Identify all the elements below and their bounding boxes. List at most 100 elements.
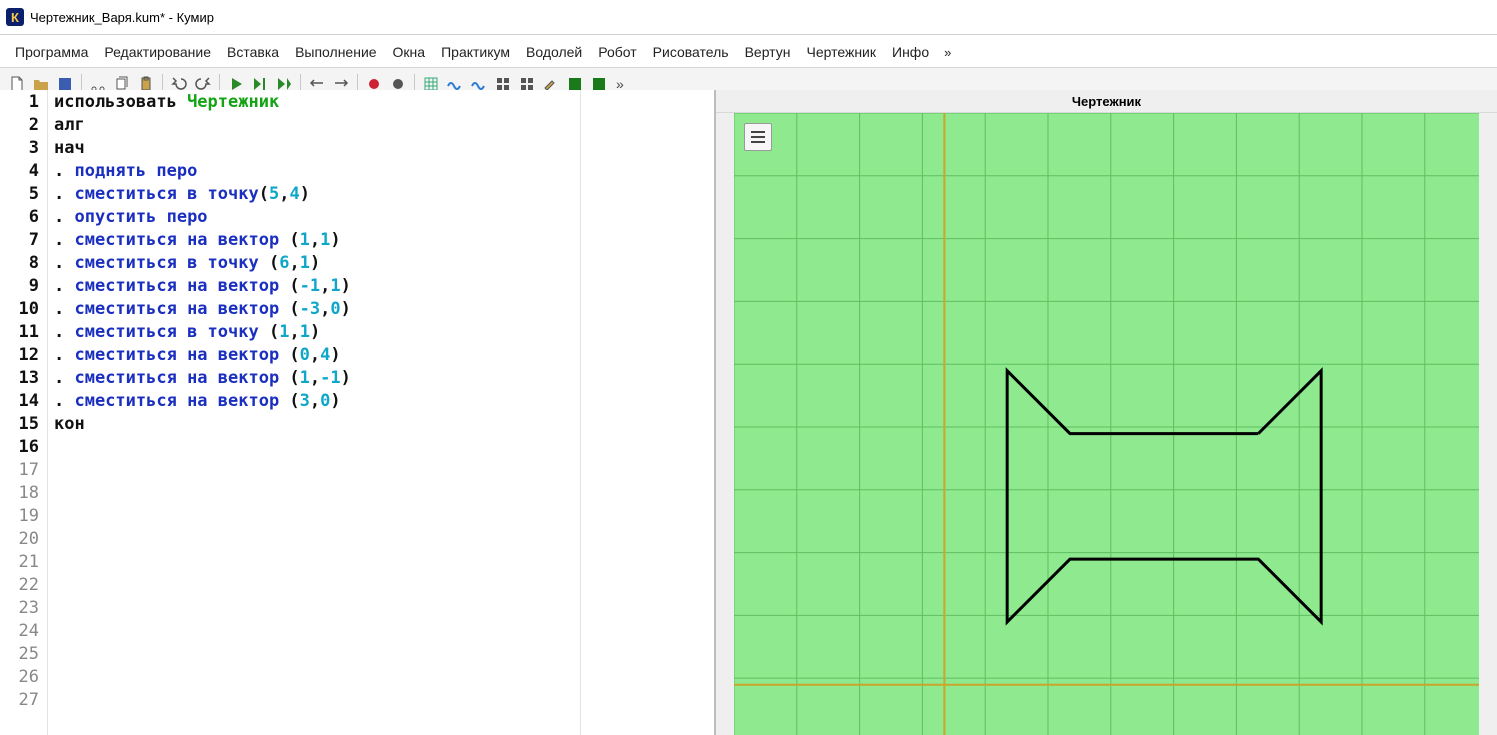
code-line: . сместиться в точку(5,4) <box>54 183 574 206</box>
token-dot: . <box>54 184 74 204</box>
token-num: 1 <box>330 276 340 296</box>
token-kw: нач <box>54 138 85 158</box>
token-actor: Чертежник <box>187 92 279 112</box>
token-pun: ( <box>289 276 299 296</box>
token-cmd: сместиться в точку <box>74 253 268 273</box>
line-number: 22 <box>0 574 39 597</box>
code-line: . сместиться на вектор (1,1) <box>54 229 574 252</box>
token-pun: , <box>310 391 320 411</box>
token-pun: ( <box>269 253 279 273</box>
line-number: 19 <box>0 505 39 528</box>
token-num: 1 <box>279 322 289 342</box>
menu-item-2[interactable]: Вставка <box>220 42 286 62</box>
token-pun: , <box>320 299 330 319</box>
menu-item-0[interactable]: Программа <box>8 42 95 62</box>
token-num: 0 <box>300 345 310 365</box>
line-number: 21 <box>0 551 39 574</box>
hamburger-line-icon <box>751 131 765 133</box>
token-num: 6 <box>279 253 289 273</box>
token-cmd: поднять перо <box>74 161 197 181</box>
token-dot: . <box>54 391 74 411</box>
code-line <box>54 436 574 459</box>
token-pun: ) <box>330 345 340 365</box>
token-pun: , <box>289 322 299 342</box>
menu-item-7[interactable]: Робот <box>591 42 643 62</box>
token-pun: ) <box>341 368 351 388</box>
app-icon: К <box>6 8 24 26</box>
editor-pane: 1234567891011121314151617181920212223242… <box>0 90 716 735</box>
line-number: 17 <box>0 459 39 482</box>
line-number: 18 <box>0 482 39 505</box>
token-pun: ( <box>289 230 299 250</box>
line-number: 3 <box>0 137 39 160</box>
line-number: 27 <box>0 689 39 712</box>
code-line: использовать Чертежник <box>54 91 574 114</box>
token-pun: ( <box>289 391 299 411</box>
menu-item-9[interactable]: Вертун <box>738 42 798 62</box>
token-pun: ( <box>259 184 269 204</box>
code-line: нач <box>54 137 574 160</box>
line-number: 10 <box>0 298 39 321</box>
menu-item-11[interactable]: Инфо <box>885 42 936 62</box>
line-number: 26 <box>0 666 39 689</box>
token-pun: ( <box>289 368 299 388</box>
token-pun: ) <box>341 299 351 319</box>
token-num: 4 <box>289 184 299 204</box>
line-number: 7 <box>0 229 39 252</box>
token-pun: , <box>310 368 320 388</box>
menu-item-4[interactable]: Окна <box>386 42 433 62</box>
code-line: . поднять перо <box>54 160 574 183</box>
hamburger-line-icon <box>751 136 765 138</box>
token-dot: . <box>54 207 74 227</box>
token-pun: ) <box>300 184 310 204</box>
token-pun: , <box>310 230 320 250</box>
token-dot: . <box>54 345 74 365</box>
drawing-path <box>1007 371 1321 622</box>
token-cmd: сместиться в точку <box>74 322 268 342</box>
token-pun: ) <box>310 253 320 273</box>
line-number: 6 <box>0 206 39 229</box>
window-title: Чертежник_Варя.kum* - Кумир <box>30 10 214 25</box>
menu-item-6[interactable]: Водолей <box>519 42 589 62</box>
titlebar: К Чертежник_Варя.kum* - Кумир <box>0 0 1497 35</box>
token-pun: , <box>310 345 320 365</box>
line-number: 1 <box>0 91 39 114</box>
code-line: . сместиться в точку (6,1) <box>54 252 574 275</box>
menu-item-1[interactable]: Редактирование <box>97 42 218 62</box>
token-cmd: сместиться на вектор <box>74 391 289 411</box>
token-num: -3 <box>300 299 320 319</box>
token-kw: алг <box>54 115 85 135</box>
token-pun: , <box>279 184 289 204</box>
token-num: 1 <box>300 368 310 388</box>
token-num: 4 <box>320 345 330 365</box>
menu-item-10[interactable]: Чертежник <box>799 42 883 62</box>
token-num: 1 <box>320 230 330 250</box>
drawer-canvas[interactable] <box>734 113 1479 735</box>
code-editor[interactable]: использовать Чертежникалг нач. поднять пе… <box>48 90 581 735</box>
menu-more[interactable]: » <box>938 43 957 62</box>
token-cmd: сместиться на вектор <box>74 299 289 319</box>
drawer-panel-title: Чертежник <box>716 90 1497 113</box>
token-num: -1 <box>300 276 320 296</box>
canvas-menu-button[interactable] <box>744 123 772 151</box>
token-num: 0 <box>320 391 330 411</box>
menu-item-5[interactable]: Практикум <box>434 42 517 62</box>
token-pun: , <box>289 253 299 273</box>
line-number: 9 <box>0 275 39 298</box>
token-pun: ) <box>310 322 320 342</box>
code-line: кон <box>54 413 574 436</box>
token-dot: . <box>54 253 74 273</box>
code-line: . сместиться на вектор (-3,0) <box>54 298 574 321</box>
menu-item-3[interactable]: Выполнение <box>288 42 383 62</box>
code-line: . опустить перо <box>54 206 574 229</box>
line-number: 5 <box>0 183 39 206</box>
token-dot: . <box>54 368 74 388</box>
token-pun: ( <box>289 345 299 365</box>
main-area: 1234567891011121314151617181920212223242… <box>0 90 1497 735</box>
token-dot: . <box>54 299 74 319</box>
token-dot: . <box>54 230 74 250</box>
line-number: 16 <box>0 436 39 459</box>
token-num: 1 <box>300 322 310 342</box>
token-pun: ) <box>341 276 351 296</box>
menu-item-8[interactable]: Рисователь <box>646 42 736 62</box>
